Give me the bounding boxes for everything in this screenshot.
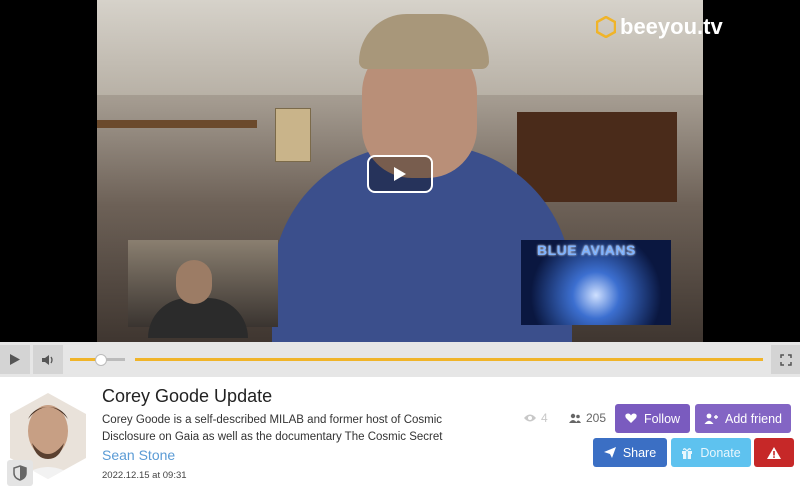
- views-count: 4: [523, 411, 548, 425]
- verification-badge[interactable]: [7, 460, 33, 486]
- follow-button[interactable]: Follow: [615, 404, 690, 433]
- warning-icon: [767, 446, 781, 459]
- video-title: Corey Goode Update: [102, 386, 273, 406]
- add-friend-label: Add friend: [725, 411, 782, 426]
- background-cabinet: [517, 112, 677, 202]
- fullscreen-icon: [780, 353, 792, 366]
- guest-video-inset: [128, 240, 278, 338]
- report-button[interactable]: [754, 438, 794, 467]
- video-player[interactable]: beeyou.tv BLUE AVIANS: [0, 0, 800, 342]
- progress-fill: [135, 358, 763, 361]
- users-icon: [569, 413, 581, 423]
- volume-knob[interactable]: [95, 354, 108, 366]
- guest-body: [148, 298, 248, 338]
- share-label: Share: [622, 445, 657, 460]
- logo-text: beeyou.tv: [620, 14, 723, 39]
- share-icon: [603, 447, 616, 458]
- player-controls: [0, 342, 800, 377]
- volume-icon: [42, 354, 53, 365]
- video-description: Corey Goode is a self-described MILAB an…: [102, 414, 443, 443]
- share-button[interactable]: Share: [593, 438, 667, 467]
- shield-icon: [13, 465, 27, 481]
- heart-icon: [625, 413, 637, 423]
- publish-date: 2022.12.15 at 09:31: [102, 470, 187, 481]
- volume-slider[interactable]: [70, 354, 125, 366]
- user-plus-icon: [704, 413, 718, 424]
- play-icon: [10, 354, 20, 365]
- volume-button[interactable]: [33, 345, 63, 374]
- center-play-button[interactable]: [367, 155, 433, 193]
- followers-value: 205: [586, 411, 607, 425]
- eye-icon: [524, 414, 536, 422]
- follow-label: Follow: [643, 411, 681, 426]
- background-shelf: [97, 120, 257, 128]
- guest-face: [176, 260, 212, 304]
- play-icon: [394, 167, 406, 181]
- blue-avians-overlay: BLUE AVIANS: [521, 240, 671, 325]
- brand-logo: beeyou.tv: [596, 14, 723, 40]
- fullscreen-button[interactable]: [771, 345, 800, 374]
- presenter-cap: [359, 14, 489, 69]
- donate-button[interactable]: Donate: [671, 438, 751, 467]
- author-link[interactable]: Sean Stone: [102, 447, 175, 463]
- video-info-panel: Corey Goode Update Corey Goode is a self…: [0, 377, 800, 488]
- add-friend-button[interactable]: Add friend: [695, 404, 791, 433]
- background-sign: [275, 108, 311, 162]
- followers-count: 205: [568, 411, 606, 425]
- views-value: 4: [541, 411, 548, 425]
- gift-icon: [682, 447, 693, 459]
- progress-bar[interactable]: [135, 358, 763, 361]
- overlay-title: BLUE AVIANS: [537, 242, 636, 258]
- hexagon-logo-icon: [596, 16, 616, 38]
- donate-label: Donate: [700, 445, 741, 460]
- play-button[interactable]: [0, 345, 30, 374]
